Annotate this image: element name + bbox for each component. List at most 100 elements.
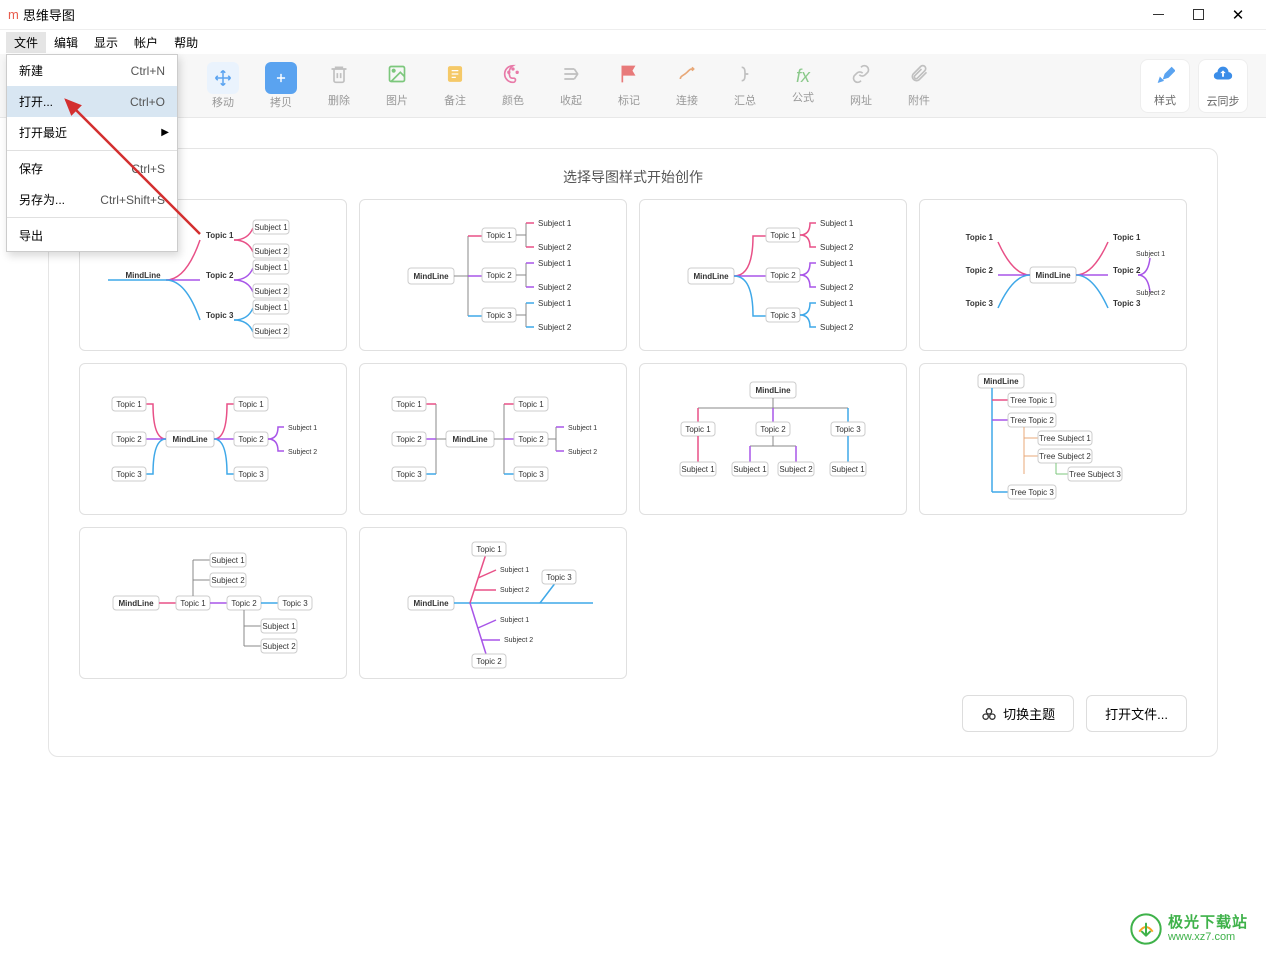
svg-text:Topic 3: Topic 3: [546, 573, 572, 582]
svg-text:Topic 1: Topic 1: [518, 400, 544, 409]
svg-text:Subject 2: Subject 2: [254, 247, 288, 256]
template-card[interactable]: MindLine Topic 1 Topic 2 Topic 3 Topic 1…: [79, 363, 347, 515]
menu-export[interactable]: 导出: [7, 220, 177, 251]
watermark-sub: www.xz7.com: [1168, 931, 1248, 943]
menu-file[interactable]: 文件: [6, 32, 46, 53]
svg-text:Topic 1: Topic 1: [1113, 233, 1141, 242]
menu-view[interactable]: 显示: [86, 32, 126, 53]
menu-open[interactable]: 打开... Ctrl+O: [7, 86, 177, 117]
toolbar: 移动 拷贝 删除 图片 备注: [0, 54, 1266, 118]
svg-text:Topic 3: Topic 3: [206, 311, 234, 320]
template-card[interactable]: MindLine Topic 1 Topic 2 Topic 3 Topic 1…: [919, 199, 1187, 351]
bracket-icon: [735, 64, 755, 90]
svg-text:MindLine: MindLine: [413, 599, 449, 608]
tool-style-button[interactable]: 样式: [1140, 59, 1190, 113]
switch-theme-button[interactable]: 切换主题: [962, 695, 1074, 732]
svg-text:Subject 1: Subject 1: [820, 219, 854, 228]
svg-text:Topic 1: Topic 1: [770, 231, 796, 240]
menu-account[interactable]: 帐户: [126, 32, 166, 53]
svg-text:Topic 1: Topic 1: [966, 233, 994, 242]
tool-formula-button[interactable]: fx 公式: [778, 59, 828, 113]
menu-edit[interactable]: 编辑: [46, 32, 86, 53]
brush-icon: [1155, 64, 1175, 90]
close-button[interactable]: ✕: [1218, 0, 1258, 30]
svg-text:MindLine: MindLine: [452, 435, 488, 444]
svg-text:Subject 1: Subject 1: [288, 425, 317, 432]
file-dropdown-menu: 新建 Ctrl+N 打开... Ctrl+O 打开最近 ▶ 保存 Ctrl+S …: [6, 54, 178, 252]
tool-attach-label: 附件: [908, 92, 930, 108]
tool-note-button[interactable]: 备注: [430, 59, 480, 113]
svg-text:Subject 1: Subject 1: [500, 617, 529, 624]
svg-text:Tree Topic 1: Tree Topic 1: [1010, 396, 1054, 405]
tool-note-label: 备注: [444, 92, 466, 108]
svg-text:Subject 2: Subject 2: [288, 449, 317, 456]
tool-color-label: 颜色: [502, 92, 524, 108]
svg-text:Topic 3: Topic 3: [282, 599, 308, 608]
menu-new-label: 新建: [19, 62, 43, 79]
template-grid: MindLine Topic 1 Topic 2 Topic 3 Subject…: [79, 199, 1187, 679]
svg-text:MindLine: MindLine: [983, 377, 1019, 386]
menu-saveas-shortcut: Ctrl+Shift+S: [100, 193, 165, 207]
svg-text:Subject 1: Subject 1: [211, 556, 245, 565]
tool-url-button[interactable]: 网址: [836, 59, 886, 113]
tool-image-label: 图片: [386, 92, 408, 108]
tool-delete-button[interactable]: 删除: [314, 59, 364, 113]
tool-cloud-button[interactable]: 云同步: [1198, 59, 1248, 113]
svg-text:Topic 1: Topic 1: [238, 400, 264, 409]
tool-connect-button[interactable]: 连接: [662, 59, 712, 113]
svg-text:Subject 1: Subject 1: [254, 263, 288, 272]
move-icon: [214, 69, 232, 87]
svg-text:MindLine: MindLine: [1035, 271, 1071, 280]
tool-connect-label: 连接: [676, 92, 698, 108]
template-card[interactable]: MindLine Topic 1 Topic 2 Topic 3 Subject…: [359, 199, 627, 351]
panel-footer: 切换主题 打开文件...: [79, 695, 1187, 732]
svg-text:Subject 1: Subject 1: [820, 299, 854, 308]
svg-text:Subject 1: Subject 1: [733, 465, 767, 474]
tool-color-button[interactable]: 颜色: [488, 59, 538, 113]
svg-text:Subject 2: Subject 2: [1136, 290, 1165, 297]
template-card[interactable]: MindLine Topic 1 Topic 2 Topic 3 Subject…: [79, 527, 347, 679]
svg-text:Topic 2: Topic 2: [206, 271, 234, 280]
open-file-button[interactable]: 打开文件...: [1086, 695, 1187, 732]
menu-saveas[interactable]: 另存为... Ctrl+Shift+S: [7, 184, 177, 215]
svg-text:Tree Subject 3: Tree Subject 3: [1069, 470, 1121, 479]
menu-open-recent[interactable]: 打开最近 ▶: [7, 117, 177, 148]
window-title: 思维导图: [23, 5, 75, 24]
menu-new[interactable]: 新建 Ctrl+N: [7, 55, 177, 86]
svg-text:Subject 2: Subject 2: [538, 243, 572, 252]
tool-mark-button[interactable]: 标记: [604, 59, 654, 113]
svg-text:Subject 1: Subject 1: [538, 259, 572, 268]
menu-export-label: 导出: [19, 227, 43, 244]
tool-copy-button[interactable]: 拷贝: [256, 59, 306, 113]
svg-text:Topic 1: Topic 1: [476, 545, 502, 554]
svg-text:Topic 1: Topic 1: [486, 231, 512, 240]
tool-attach-button[interactable]: 附件: [894, 59, 944, 113]
tool-mark-label: 标记: [618, 92, 640, 108]
tool-delete-label: 删除: [328, 92, 350, 108]
template-card[interactable]: MindLine Topic 1 Topic 2 Topic 3 Subject…: [639, 199, 907, 351]
template-card[interactable]: MindLine Topic 1 Subject 1 Subject 2 Top…: [359, 527, 627, 679]
menu-save[interactable]: 保存 Ctrl+S: [7, 153, 177, 184]
template-card[interactable]: MindLine Topic 1 Topic 2 Topic 3 Subject…: [639, 363, 907, 515]
minimize-button[interactable]: [1138, 0, 1178, 30]
menu-help[interactable]: 帮助: [166, 32, 206, 53]
svg-text:Topic 2: Topic 2: [518, 435, 544, 444]
maximize-button[interactable]: [1178, 0, 1218, 30]
trash-icon: [329, 64, 349, 90]
formula-icon: fx: [796, 66, 810, 87]
tool-image-button[interactable]: 图片: [372, 59, 422, 113]
template-card[interactable]: MindLine Tree Topic 1 Tree Topic 2 Tree …: [919, 363, 1187, 515]
tool-collapse-button[interactable]: 收起: [546, 59, 596, 113]
svg-text:Topic 1: Topic 1: [180, 599, 206, 608]
menu-save-label: 保存: [19, 160, 43, 177]
flag-icon: [619, 64, 639, 90]
svg-text:Subject 2: Subject 2: [538, 323, 572, 332]
note-icon: [445, 64, 465, 90]
tool-summary-button[interactable]: 汇总: [720, 59, 770, 113]
svg-text:Subject 1: Subject 1: [538, 219, 572, 228]
tool-move-button[interactable]: 移动: [198, 59, 248, 113]
toolbar-main-group: 移动 拷贝 删除 图片 备注: [198, 59, 944, 113]
menu-new-shortcut: Ctrl+N: [131, 64, 165, 78]
menu-saveas-label: 另存为...: [19, 191, 65, 208]
template-card[interactable]: MindLine Topic 1 Topic 2 Topic 3 Topic 1…: [359, 363, 627, 515]
